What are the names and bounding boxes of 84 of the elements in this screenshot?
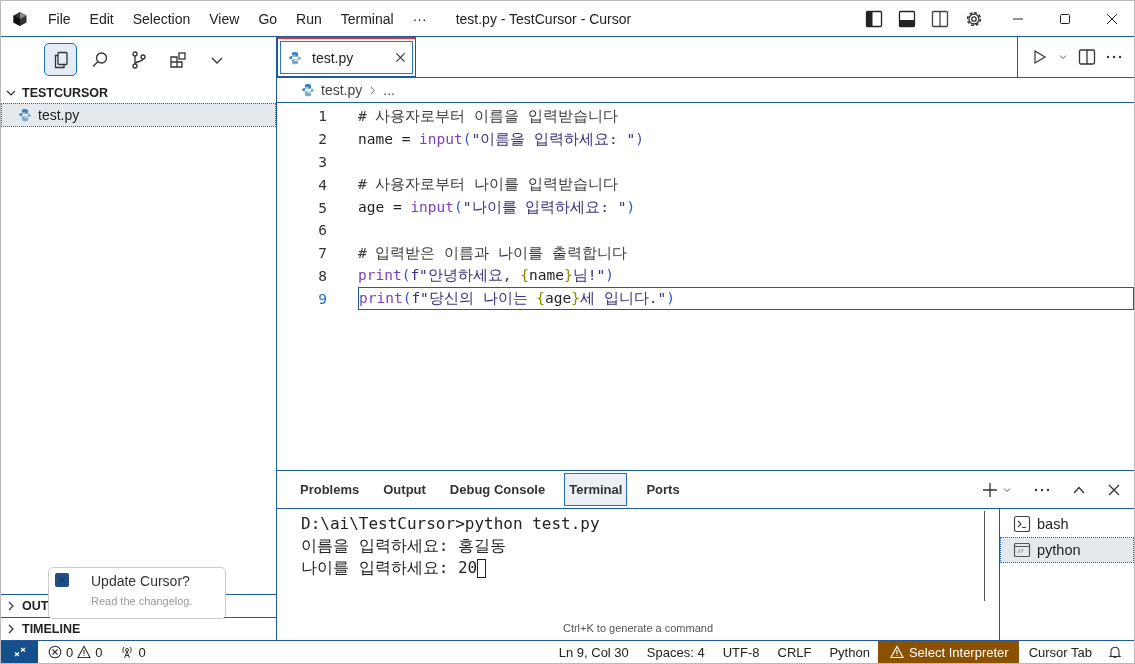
python-file-icon [288, 50, 302, 65]
antenna-icon[interactable] [120, 645, 135, 659]
status-item[interactable]: UTF-8 [714, 644, 768, 660]
panel-toggle-icon[interactable] [898, 9, 916, 28]
close-icon[interactable] [1108, 483, 1120, 496]
app-icon [55, 573, 69, 587]
close-icon[interactable] [395, 52, 406, 63]
breadcrumb-item[interactable]: ... [383, 82, 395, 98]
problems-status[interactable]: 0 0 [40, 644, 111, 660]
terminal-line: 이름을 입력하세요: 홍길동 [301, 535, 507, 557]
code-line: print(f"안녕하세요, {name}님!") [358, 266, 614, 286]
panel-tab[interactable]: Debug Console [444, 473, 551, 506]
notification-title: Update Cursor? [91, 573, 191, 589]
maximize-icon[interactable] [1059, 12, 1071, 25]
terminal-icon[interactable] [1013, 515, 1031, 533]
window-title: test.py - TestCursor - Cursor [455, 10, 633, 27]
line-number: 6 [317, 222, 327, 239]
panel-tab[interactable]: Terminal [564, 473, 628, 506]
menu-item[interactable]: Terminal [340, 10, 394, 27]
code-line: # 사용자로부터 이름을 입력받습니다 [358, 106, 618, 126]
plus-icon[interactable] [982, 481, 998, 498]
line-number: 3 [317, 154, 327, 170]
status-item[interactable]: Python [821, 644, 878, 660]
explorer-file[interactable]: test.py [1, 103, 276, 127]
status-item[interactable]: Spaces: 4 [638, 644, 713, 660]
blocks-icon[interactable] [167, 49, 188, 70]
terminal-item[interactable]: python [1000, 537, 1134, 563]
terminal-name[interactable]: python [1037, 542, 1081, 558]
select-interpreter-button[interactable]: Select Interpreter [877, 641, 1019, 663]
code-line: age = input("나이를 입력하세요: ") [358, 198, 636, 218]
console-window-icon[interactable] [1013, 541, 1031, 559]
code-line: # 입력받은 이름과 나이를 출력합니다 [358, 243, 627, 263]
code-line: # 사용자로부터 나이를 입력받습니다 [358, 175, 618, 195]
menu-item[interactable]: Selection [132, 10, 191, 27]
code-line: name = input("이름을 입력하세요: ") [358, 129, 644, 149]
split-editor-icon[interactable] [1078, 48, 1096, 66]
remote-icon[interactable] [12, 645, 27, 659]
line-number: 2 [317, 131, 327, 148]
menu-item[interactable]: File [48, 10, 71, 27]
split-layout-icon[interactable] [931, 9, 949, 28]
python-file-icon [18, 108, 32, 122]
line-number: 8 [317, 267, 327, 284]
more-icon[interactable] [1106, 55, 1122, 59]
panel-tab[interactable]: Problems [295, 473, 365, 506]
terminal-line: 나이를 입력하세요: 20 [301, 557, 975, 579]
terminal-name[interactable]: bash [1037, 516, 1069, 532]
app-logo-icon [12, 10, 28, 27]
terminal-line: D:\ai\TestCursor>python test.py [301, 513, 601, 535]
line-number: 7 [317, 245, 327, 262]
tab-label[interactable]: test.py [312, 49, 385, 66]
menu-item[interactable]: Go [258, 10, 278, 27]
remote-button[interactable] [1, 641, 38, 663]
folder-header[interactable]: TESTCURSOR [1, 82, 276, 103]
menu-item[interactable]: Edit [89, 10, 114, 27]
error-count[interactable]: 0 [66, 644, 74, 660]
menu-item[interactable]: View [209, 10, 240, 27]
warning-icon[interactable] [77, 645, 92, 659]
line-number: 9 [317, 290, 327, 307]
explorer-button[interactable] [44, 43, 77, 76]
status-item[interactable]: Cursor Tab [1020, 644, 1100, 660]
status-item[interactable]: Ln 9, Col 30 [550, 644, 637, 660]
close-icon[interactable] [1106, 12, 1118, 25]
line-number: 5 [317, 199, 327, 216]
line-number: 4 [317, 176, 327, 193]
terminal-item[interactable]: bash [1000, 511, 1134, 537]
breadcrumb-item[interactable]: test.py [321, 82, 363, 98]
menu-item[interactable]: ··· [412, 10, 427, 27]
bell-icon[interactable] [1108, 645, 1122, 659]
ports-count[interactable]: 0 [138, 644, 146, 660]
editor-tab[interactable]: test.py [277, 37, 416, 77]
chevron-right-icon [368, 85, 378, 95]
panel-tab[interactable]: Output [378, 473, 431, 506]
sidebar-toggle-icon[interactable] [865, 9, 883, 28]
menu-item[interactable]: Run [296, 10, 322, 27]
more-icon[interactable] [1034, 487, 1050, 492]
run-icon[interactable] [1032, 49, 1048, 65]
warning-count[interactable]: 0 [95, 644, 103, 660]
panel-tab[interactable]: Ports [641, 473, 685, 506]
terminal-hint: Ctrl+K to generate a command [561, 622, 715, 634]
line-number: 1 [317, 108, 327, 125]
ports-status[interactable]: 0 [112, 644, 154, 660]
error-icon[interactable] [48, 645, 62, 659]
status-item[interactable]: CRLF [769, 644, 820, 660]
python-file-icon [301, 83, 315, 97]
